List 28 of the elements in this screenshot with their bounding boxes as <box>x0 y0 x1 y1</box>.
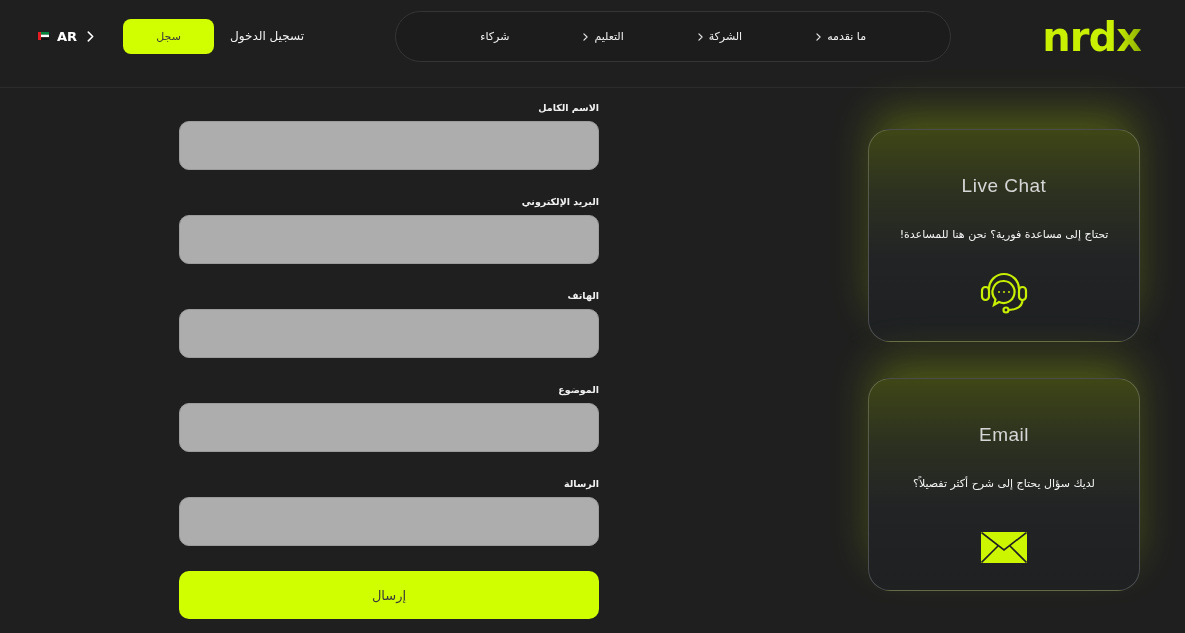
chevron-icon <box>87 30 95 42</box>
nav-link[interactable]: التعليم <box>583 30 624 43</box>
submit-button[interactable]: إرسال <box>179 571 599 619</box>
field-label: الموضوع <box>558 383 599 397</box>
field-label: البريد الإلكتروني <box>521 195 599 209</box>
input-field[interactable] <box>179 309 599 358</box>
field-label: الرسالة <box>564 477 599 491</box>
field-label: الاسم الكامل <box>538 101 599 115</box>
card-text: تحتاج إلى مساعدة فورية؟ نحن هنا للمساعدة! <box>899 227 1109 243</box>
nav-link[interactable]: الشركة <box>697 30 743 43</box>
input-field[interactable] <box>179 215 599 264</box>
chevron-icon <box>816 32 822 41</box>
input-field[interactable] <box>179 121 599 170</box>
envelope-icon <box>981 531 1027 563</box>
input-field[interactable] <box>179 497 599 546</box>
login-link[interactable]: تسجيل الدخول <box>230 29 305 43</box>
card-text: لديك سؤال يحتاج إلى شرح أكثر تفصيلاً؟ <box>913 476 1095 492</box>
card-title: Live Chat <box>961 174 1047 198</box>
chevron-icon <box>697 32 703 41</box>
nav-link[interactable]: شركاء <box>480 30 510 43</box>
chevron-icon <box>583 32 589 41</box>
field-label: الهاتف <box>567 289 599 303</box>
register-button[interactable]: سجل <box>123 18 215 54</box>
nav-link[interactable]: ما نقدمه <box>816 30 867 43</box>
card-title: Email <box>979 423 1029 447</box>
language-selector[interactable]: AR <box>38 28 95 44</box>
input-field[interactable] <box>179 403 599 452</box>
flag-icon <box>38 32 49 40</box>
